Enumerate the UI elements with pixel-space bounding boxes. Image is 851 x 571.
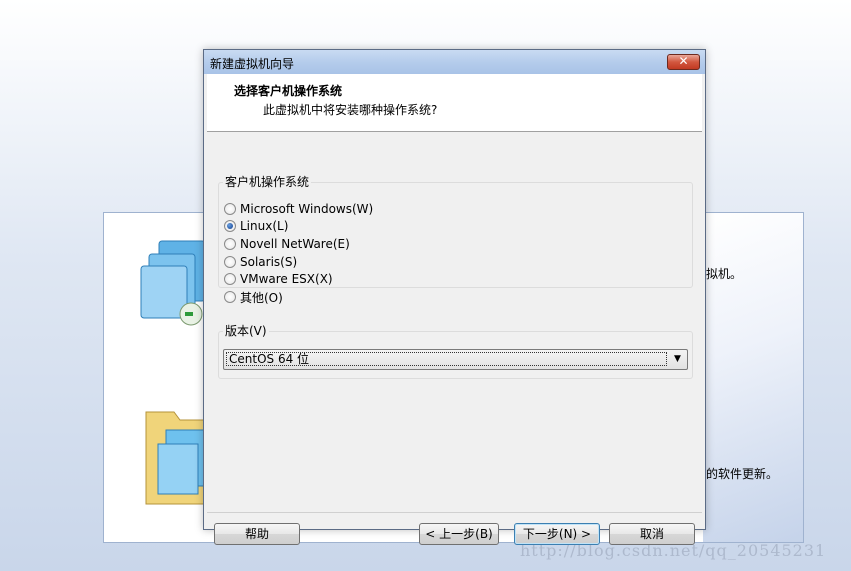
- radio-novell-netware[interactable]: Novell NetWare(E): [224, 236, 350, 252]
- folder-vm-icon: [145, 411, 207, 505]
- radio-icon[interactable]: [224, 273, 236, 285]
- close-icon: ✕: [678, 54, 689, 68]
- title-bar[interactable]: 新建虚拟机向导 ✕: [204, 50, 705, 74]
- radio-solaris[interactable]: Solaris(S): [224, 254, 297, 270]
- radio-icon[interactable]: [224, 238, 236, 250]
- radio-microsoft-windows[interactable]: Microsoft Windows(W): [224, 201, 373, 217]
- help-button[interactable]: 帮助: [214, 523, 300, 545]
- close-button[interactable]: ✕: [667, 54, 700, 70]
- window-title: 新建虚拟机向导: [210, 57, 295, 71]
- page-title: 选择客户机操作系统: [234, 84, 343, 98]
- radio-icon[interactable]: [224, 203, 236, 215]
- radio-label: Novell NetWare(E): [240, 237, 350, 251]
- version-selected-value: CentOS 64 位: [226, 352, 667, 366]
- radio-vmware-esx[interactable]: VMware ESX(X): [224, 271, 333, 287]
- back-button[interactable]: < 上一步(B): [419, 523, 499, 545]
- page-subtitle: 此虚拟机中将安装哪种操作系统?: [263, 103, 438, 117]
- radio-other[interactable]: 其他(O): [224, 289, 283, 305]
- dialog-body: 选择客户机操作系统 此虚拟机中将安装哪种操作系统? 客户机操作系统 Micros…: [204, 74, 705, 545]
- cancel-button[interactable]: 取消: [609, 523, 695, 545]
- guest-os-group-label: 客户机操作系统: [223, 173, 312, 190]
- guest-os-group: 客户机操作系统 Microsoft Windows(W) Linux(L) No…: [218, 173, 693, 305]
- radio-label: Microsoft Windows(W): [240, 202, 374, 216]
- virtual-machine-icon: [140, 240, 206, 326]
- radio-icon[interactable]: [224, 256, 236, 268]
- wizard-header: 选择客户机操作系统 此虚拟机中将安装哪种操作系统?: [207, 74, 702, 132]
- radio-label: Linux(L): [240, 219, 289, 233]
- version-group-label: 版本(V): [223, 322, 269, 339]
- radio-linux[interactable]: Linux(L): [224, 218, 288, 234]
- radio-icon[interactable]: [224, 220, 236, 232]
- radio-label: 其他(O): [240, 290, 283, 305]
- background-text-2: 的软件更新。: [706, 467, 779, 481]
- next-button[interactable]: 下一步(N) >: [514, 523, 600, 545]
- background-decor-stripe: [703, 213, 803, 542]
- radio-label: Solaris(S): [240, 255, 298, 269]
- version-dropdown[interactable]: CentOS 64 位 ▼: [223, 349, 688, 370]
- chevron-down-icon[interactable]: ▼: [669, 351, 686, 368]
- new-vm-wizard-dialog: 新建虚拟机向导 ✕ 选择客户机操作系统 此虚拟机中将安装哪种操作系统? 客户机操…: [203, 49, 706, 545]
- version-group: 版本(V) CentOS 64 位 ▼: [218, 322, 693, 379]
- background-text-1: 拟机。: [706, 267, 743, 281]
- radio-label: VMware ESX(X): [240, 272, 333, 286]
- footer-divider: [207, 512, 702, 513]
- radio-icon[interactable]: [224, 291, 236, 303]
